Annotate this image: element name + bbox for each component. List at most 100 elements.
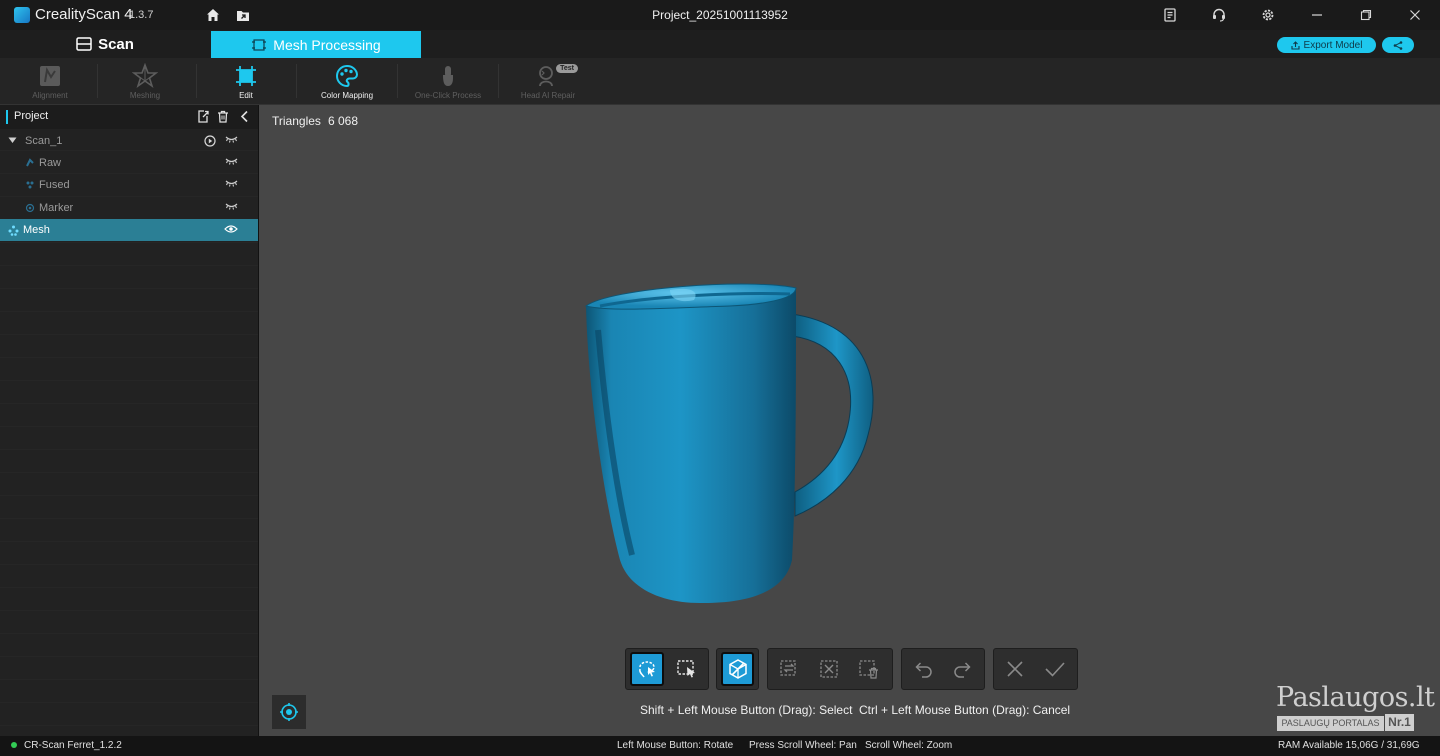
- tree-item-marker[interactable]: Marker: [0, 197, 258, 219]
- tree-item-label: Marker: [39, 202, 74, 214]
- zoom-hint: Scroll Wheel: Zoom: [865, 740, 953, 751]
- tool-edit-label: Edit: [239, 91, 253, 100]
- select-through-button[interactable]: [721, 652, 754, 686]
- tree-item-label: Mesh: [23, 224, 50, 236]
- delete-icon[interactable]: [217, 110, 229, 123]
- fused-data-icon: [25, 180, 35, 190]
- pan-hint: Press Scroll Wheel: Pan: [749, 740, 857, 751]
- tool-alignment[interactable]: Alignment: [0, 58, 100, 104]
- mesh-processing-icon: [251, 38, 267, 52]
- close-icon[interactable]: [1404, 4, 1426, 26]
- alignment-icon: [37, 63, 63, 89]
- test-badge: Test: [556, 64, 578, 73]
- tree-item-mesh[interactable]: Mesh: [0, 219, 258, 241]
- share-icon: [1393, 40, 1403, 50]
- one-click-icon: [435, 63, 461, 89]
- tree-item-fused[interactable]: Fused: [0, 174, 258, 196]
- mesh-model-mug[interactable]: [570, 270, 890, 615]
- restore-icon[interactable]: [1355, 4, 1377, 26]
- eye-closed-icon[interactable]: [225, 202, 238, 211]
- edit-icon: [233, 63, 259, 89]
- tab-mesh-processing-label: Mesh Processing: [273, 36, 381, 53]
- eye-closed-icon[interactable]: [225, 179, 238, 188]
- project-panel-title: Project: [14, 110, 49, 122]
- select-hint: Shift + Left Mouse Button (Drag): Select: [640, 703, 853, 717]
- redo-button[interactable]: [946, 652, 980, 686]
- tool-meshing-label: Meshing: [129, 91, 161, 100]
- cancel-x-icon: [1004, 658, 1026, 680]
- delete-selection-icon: [858, 658, 880, 680]
- tool-one-click-process[interactable]: One-Click Process: [398, 58, 498, 104]
- panel-accent-bar: [6, 110, 8, 124]
- watermark-badge: Nr.1: [1385, 714, 1414, 731]
- tool-head-ai-repair-label: Head AI Repair: [520, 91, 576, 100]
- tool-color-mapping-label: Color Mapping: [320, 91, 374, 100]
- play-icon[interactable]: [204, 135, 216, 147]
- reset-view-button[interactable]: [272, 695, 306, 729]
- clear-selection-button[interactable]: [812, 652, 846, 686]
- tab-mesh-processing[interactable]: Mesh Processing: [211, 31, 421, 58]
- eye-closed-icon[interactable]: [225, 157, 238, 166]
- invert-selection-button[interactable]: [772, 652, 806, 686]
- apply-button[interactable]: [1038, 652, 1072, 686]
- cancel-hint: Ctrl + Left Mouse Button (Drag): Cancel: [859, 703, 1071, 717]
- gear-icon[interactable]: [1257, 4, 1279, 26]
- eye-open-icon[interactable]: [224, 224, 238, 234]
- collapse-panel-icon[interactable]: [239, 110, 249, 123]
- redo-icon: [952, 658, 974, 680]
- tree-item-label: Fused: [39, 179, 70, 191]
- lasso-select-button[interactable]: [630, 652, 664, 686]
- tool-edit[interactable]: Edit: [196, 58, 296, 104]
- clear-selection-icon: [818, 658, 840, 680]
- locate-target-icon: [279, 702, 299, 722]
- tool-alignment-label: Alignment: [32, 91, 68, 100]
- tool-head-ai-repair[interactable]: Head AI Repair: [498, 58, 598, 104]
- tree-item-raw[interactable]: Raw: [0, 152, 258, 174]
- tree-item-scan[interactable]: Scan_1: [0, 130, 258, 152]
- watermark-subtitle: PASLAUGŲ PORTALAS: [1277, 716, 1384, 731]
- export-model-button[interactable]: Export Model: [1277, 37, 1376, 53]
- confirm-group: [993, 648, 1078, 690]
- color-mapping-icon: [334, 63, 360, 89]
- share-button[interactable]: [1382, 37, 1414, 53]
- delete-selection-button[interactable]: [852, 652, 886, 686]
- cancel-button[interactable]: [998, 652, 1032, 686]
- connection-status-dot: [11, 742, 17, 748]
- tree-item-label: Raw: [39, 157, 62, 169]
- tool-color-mapping[interactable]: Color Mapping: [297, 58, 397, 104]
- ram-status: RAM Available 15,06G / 31,69G: [1278, 740, 1420, 751]
- meshing-icon: [132, 63, 158, 89]
- invert-selection-icon: [778, 658, 800, 680]
- rect-select-icon: [676, 658, 698, 680]
- selection-edit-group: [767, 648, 893, 690]
- tab-scan-label: Scan: [98, 35, 134, 53]
- checkmark-icon: [1044, 658, 1066, 680]
- support-headset-icon[interactable]: [1208, 4, 1230, 26]
- minimize-icon[interactable]: [1306, 4, 1328, 26]
- select-tools-group: [625, 648, 709, 690]
- scan-icon: [76, 37, 92, 51]
- triangles-label: Triangles: [272, 114, 321, 128]
- export-file-icon[interactable]: [197, 110, 209, 123]
- undo-button[interactable]: [906, 652, 940, 686]
- tool-meshing[interactable]: Meshing: [95, 58, 195, 104]
- device-name: CR-Scan Ferret_1.2.2: [24, 740, 122, 751]
- history-group: [901, 648, 985, 690]
- tool-one-click-process-label: One-Click Process: [414, 91, 482, 100]
- lasso-select-icon: [636, 658, 658, 680]
- undo-icon: [912, 658, 934, 680]
- watermark-brand: Paslaugos.lt: [1276, 682, 1435, 713]
- view-tools-group: [716, 648, 759, 690]
- notes-icon[interactable]: [1159, 4, 1181, 26]
- cube-select-icon: [727, 658, 749, 680]
- tree-item-label: Scan_1: [25, 135, 63, 147]
- raw-data-icon: [25, 158, 35, 168]
- marker-icon: [25, 203, 35, 213]
- rotate-hint: Left Mouse Button: Rotate: [617, 740, 734, 751]
- eye-closed-icon[interactable]: [225, 135, 238, 144]
- tab-scan[interactable]: Scan: [0, 30, 210, 58]
- expand-arrow-icon[interactable]: [8, 137, 17, 144]
- mesh-icon: [8, 225, 19, 236]
- export-model-label: Export Model: [1303, 39, 1363, 51]
- rect-select-button[interactable]: [670, 652, 704, 686]
